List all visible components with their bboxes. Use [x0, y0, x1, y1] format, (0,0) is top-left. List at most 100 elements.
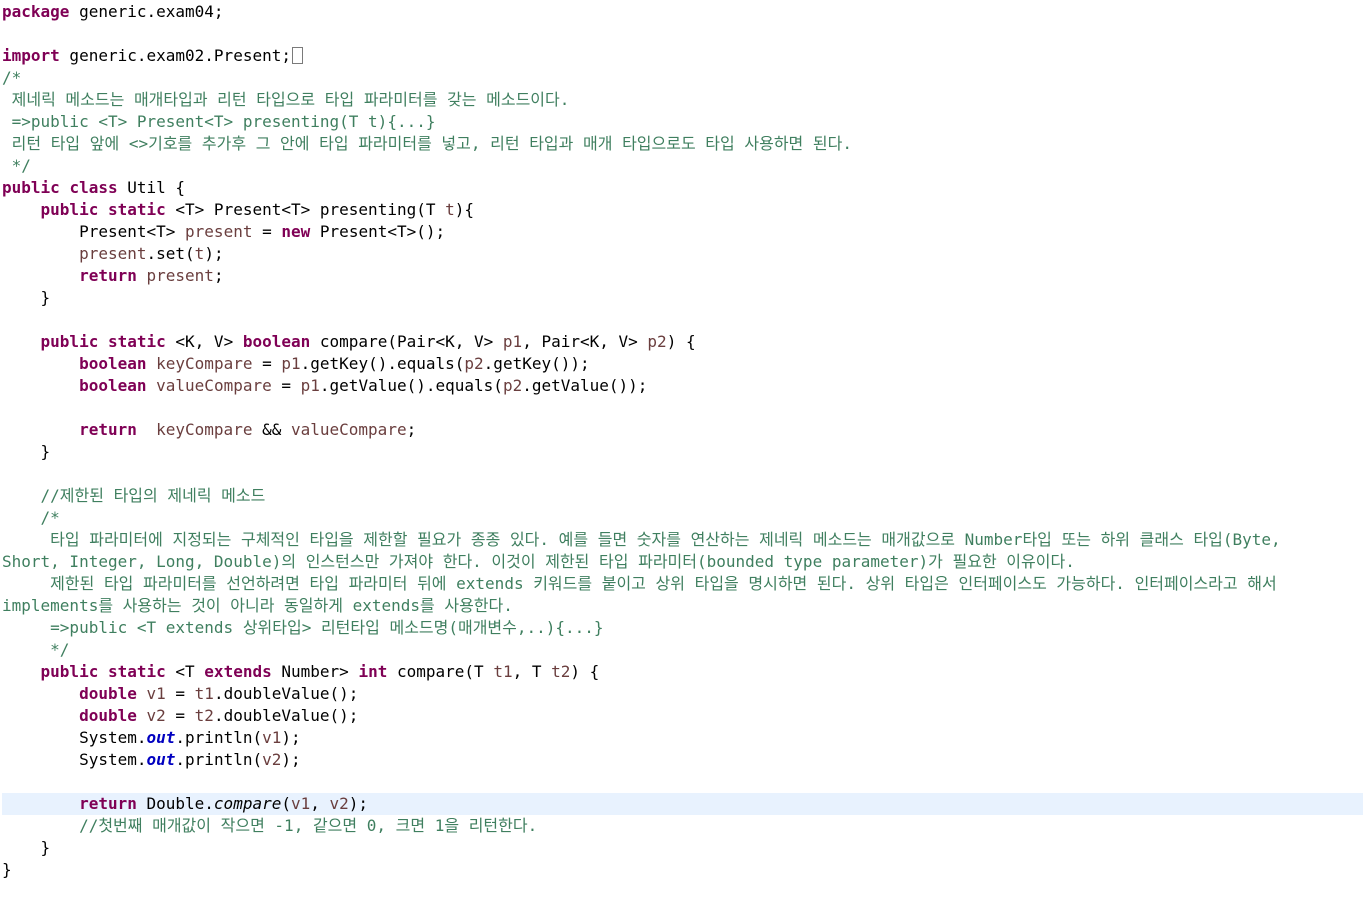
code-line[interactable]: /*	[2, 507, 1363, 529]
code-token: valueCompare	[156, 376, 272, 395]
code-token: );	[204, 244, 224, 263]
code-line[interactable]: Present<T> present = new Present<T>();	[2, 221, 1363, 243]
code-line[interactable]: double v1 = t1.doubleValue();	[2, 683, 1363, 705]
code-line[interactable]: boolean keyCompare = p1.getKey().equals(…	[2, 353, 1363, 375]
code-line[interactable]: =>public <T> Present<T> presenting(T t){…	[2, 111, 1363, 133]
code-token: */	[2, 640, 70, 659]
folded-import-marker[interactable]	[291, 47, 303, 64]
code-line[interactable]: =>public <T extends 상위타입> 리턴타입 메소드명(매개변수…	[2, 617, 1363, 639]
code-line[interactable]: //제한된 타입의 제네릭 메소드	[2, 485, 1363, 507]
code-line[interactable]: return keyCompare && valueCompare;	[2, 419, 1363, 441]
code-token: //첫번째 매개값이 작으면 -1, 같으면 0, 크면 1을 리턴한다.	[79, 816, 538, 835]
code-token: ) {	[570, 662, 600, 681]
code-token: <T	[165, 662, 205, 681]
code-token: Short, Integer, Long, Double)의 인스턴스만 가져야…	[2, 552, 1075, 571]
code-line[interactable]: /*	[2, 67, 1363, 89]
code-line[interactable]: 리턴 타입 앞에 <>기호를 추가후 그 안에 타입 파라미터를 넣고, 리턴 …	[2, 133, 1363, 155]
code-line[interactable]: public static <T extends Number> int com…	[2, 661, 1363, 683]
code-token: ;	[213, 266, 224, 285]
code-line[interactable]: System.out.println(v1);	[2, 727, 1363, 749]
code-line[interactable]: 제한된 타입 파라미터를 선언하려면 타입 파라미터 뒤에 extends 키워…	[2, 573, 1363, 595]
code-token: .println(	[175, 728, 263, 747]
code-token: t2	[194, 706, 214, 725]
code-token: =	[165, 706, 195, 725]
code-token: /*	[40, 508, 60, 527]
code-line[interactable]: public static <K, V> boolean compare(Pai…	[2, 331, 1363, 353]
code-token: v2	[329, 794, 349, 813]
code-token: v2	[262, 750, 282, 769]
code-token: extends	[204, 662, 272, 681]
code-token: );	[348, 794, 369, 813]
code-line[interactable]: }	[2, 287, 1363, 309]
code-line[interactable]: System.out.println(v2);	[2, 749, 1363, 771]
code-token: v1	[291, 794, 311, 813]
code-line[interactable]	[2, 463, 1363, 485]
code-token: valueCompare	[290, 420, 407, 439]
code-line[interactable]: present.set(t);	[2, 243, 1363, 265]
code-token: v2	[146, 706, 166, 725]
code-token: }	[2, 860, 12, 879]
code-line[interactable]: }	[2, 859, 1363, 881]
code-line[interactable]	[2, 397, 1363, 419]
code-line[interactable]: Short, Integer, Long, Double)의 인스턴스만 가져야…	[2, 551, 1363, 573]
code-line[interactable]: implements를 사용하는 것이 아니라 동일하게 extends를 사용…	[2, 595, 1363, 617]
code-token: static	[107, 200, 166, 219]
code-line[interactable]: return Double.compare(v1, v2);	[2, 793, 1363, 815]
code-token: =	[252, 354, 282, 373]
code-token: public	[40, 200, 99, 219]
code-token: =	[271, 376, 301, 395]
code-token: t1	[194, 684, 214, 703]
code-token: */	[2, 156, 31, 175]
code-line[interactable]: 제네릭 메소드는 매개타입과 리턴 타입으로 타입 파라미터를 갖는 메소드이다…	[2, 89, 1363, 111]
code-token: t	[445, 200, 455, 219]
code-line[interactable]: public class Util {	[2, 177, 1363, 199]
code-token: public	[40, 332, 99, 351]
code-line[interactable]	[2, 771, 1363, 793]
code-token: Number>	[271, 662, 359, 681]
code-token: generic.exam04;	[69, 2, 224, 21]
code-line[interactable]: boolean valueCompare = p1.getValue().equ…	[2, 375, 1363, 397]
code-token: /*	[2, 68, 22, 87]
code-line[interactable]: //첫번째 매개값이 작으면 -1, 같으면 0, 크면 1을 리턴한다.	[2, 815, 1363, 837]
code-token: present	[146, 266, 214, 285]
code-line[interactable]: double v2 = t2.doubleValue();	[2, 705, 1363, 727]
code-token: ) {	[666, 332, 696, 351]
code-token: t	[194, 244, 205, 263]
code-token: boolean	[79, 376, 147, 395]
code-token: out	[146, 728, 176, 747]
code-token: compare(Pair<K, V>	[310, 332, 503, 351]
code-token: generic.exam02.Present;	[59, 46, 291, 65]
code-token: v1	[146, 684, 166, 703]
code-line[interactable]: package generic.exam04;	[2, 1, 1363, 23]
code-line[interactable]	[2, 309, 1363, 331]
code-line[interactable]	[2, 23, 1363, 45]
code-line[interactable]: 타입 파라미터에 지정되는 구체적인 타입을 제한할 필요가 종종 있다. 예를…	[2, 529, 1363, 551]
code-line[interactable]: }	[2, 837, 1363, 859]
code-line[interactable]: return present;	[2, 265, 1363, 287]
code-editor[interactable]: package generic.exam04; import generic.ex…	[0, 0, 1363, 902]
code-token: import	[2, 46, 60, 65]
code-token: <K, V>	[165, 332, 243, 351]
code-token: public	[2, 178, 60, 197]
code-line[interactable]: */	[2, 639, 1363, 661]
code-token: .getKey().equals(	[300, 354, 465, 373]
code-token: .getKey());	[483, 354, 590, 373]
code-token: ){	[454, 200, 475, 219]
code-token: out	[146, 750, 176, 769]
code-line[interactable]: import generic.exam02.Present;	[2, 45, 1363, 67]
code-token: , T	[512, 662, 552, 681]
code-token: return	[79, 420, 137, 439]
code-line[interactable]: public static <T> Present<T> presenting(…	[2, 199, 1363, 221]
code-line[interactable]: */	[2, 155, 1363, 177]
code-line[interactable]: }	[2, 441, 1363, 463]
